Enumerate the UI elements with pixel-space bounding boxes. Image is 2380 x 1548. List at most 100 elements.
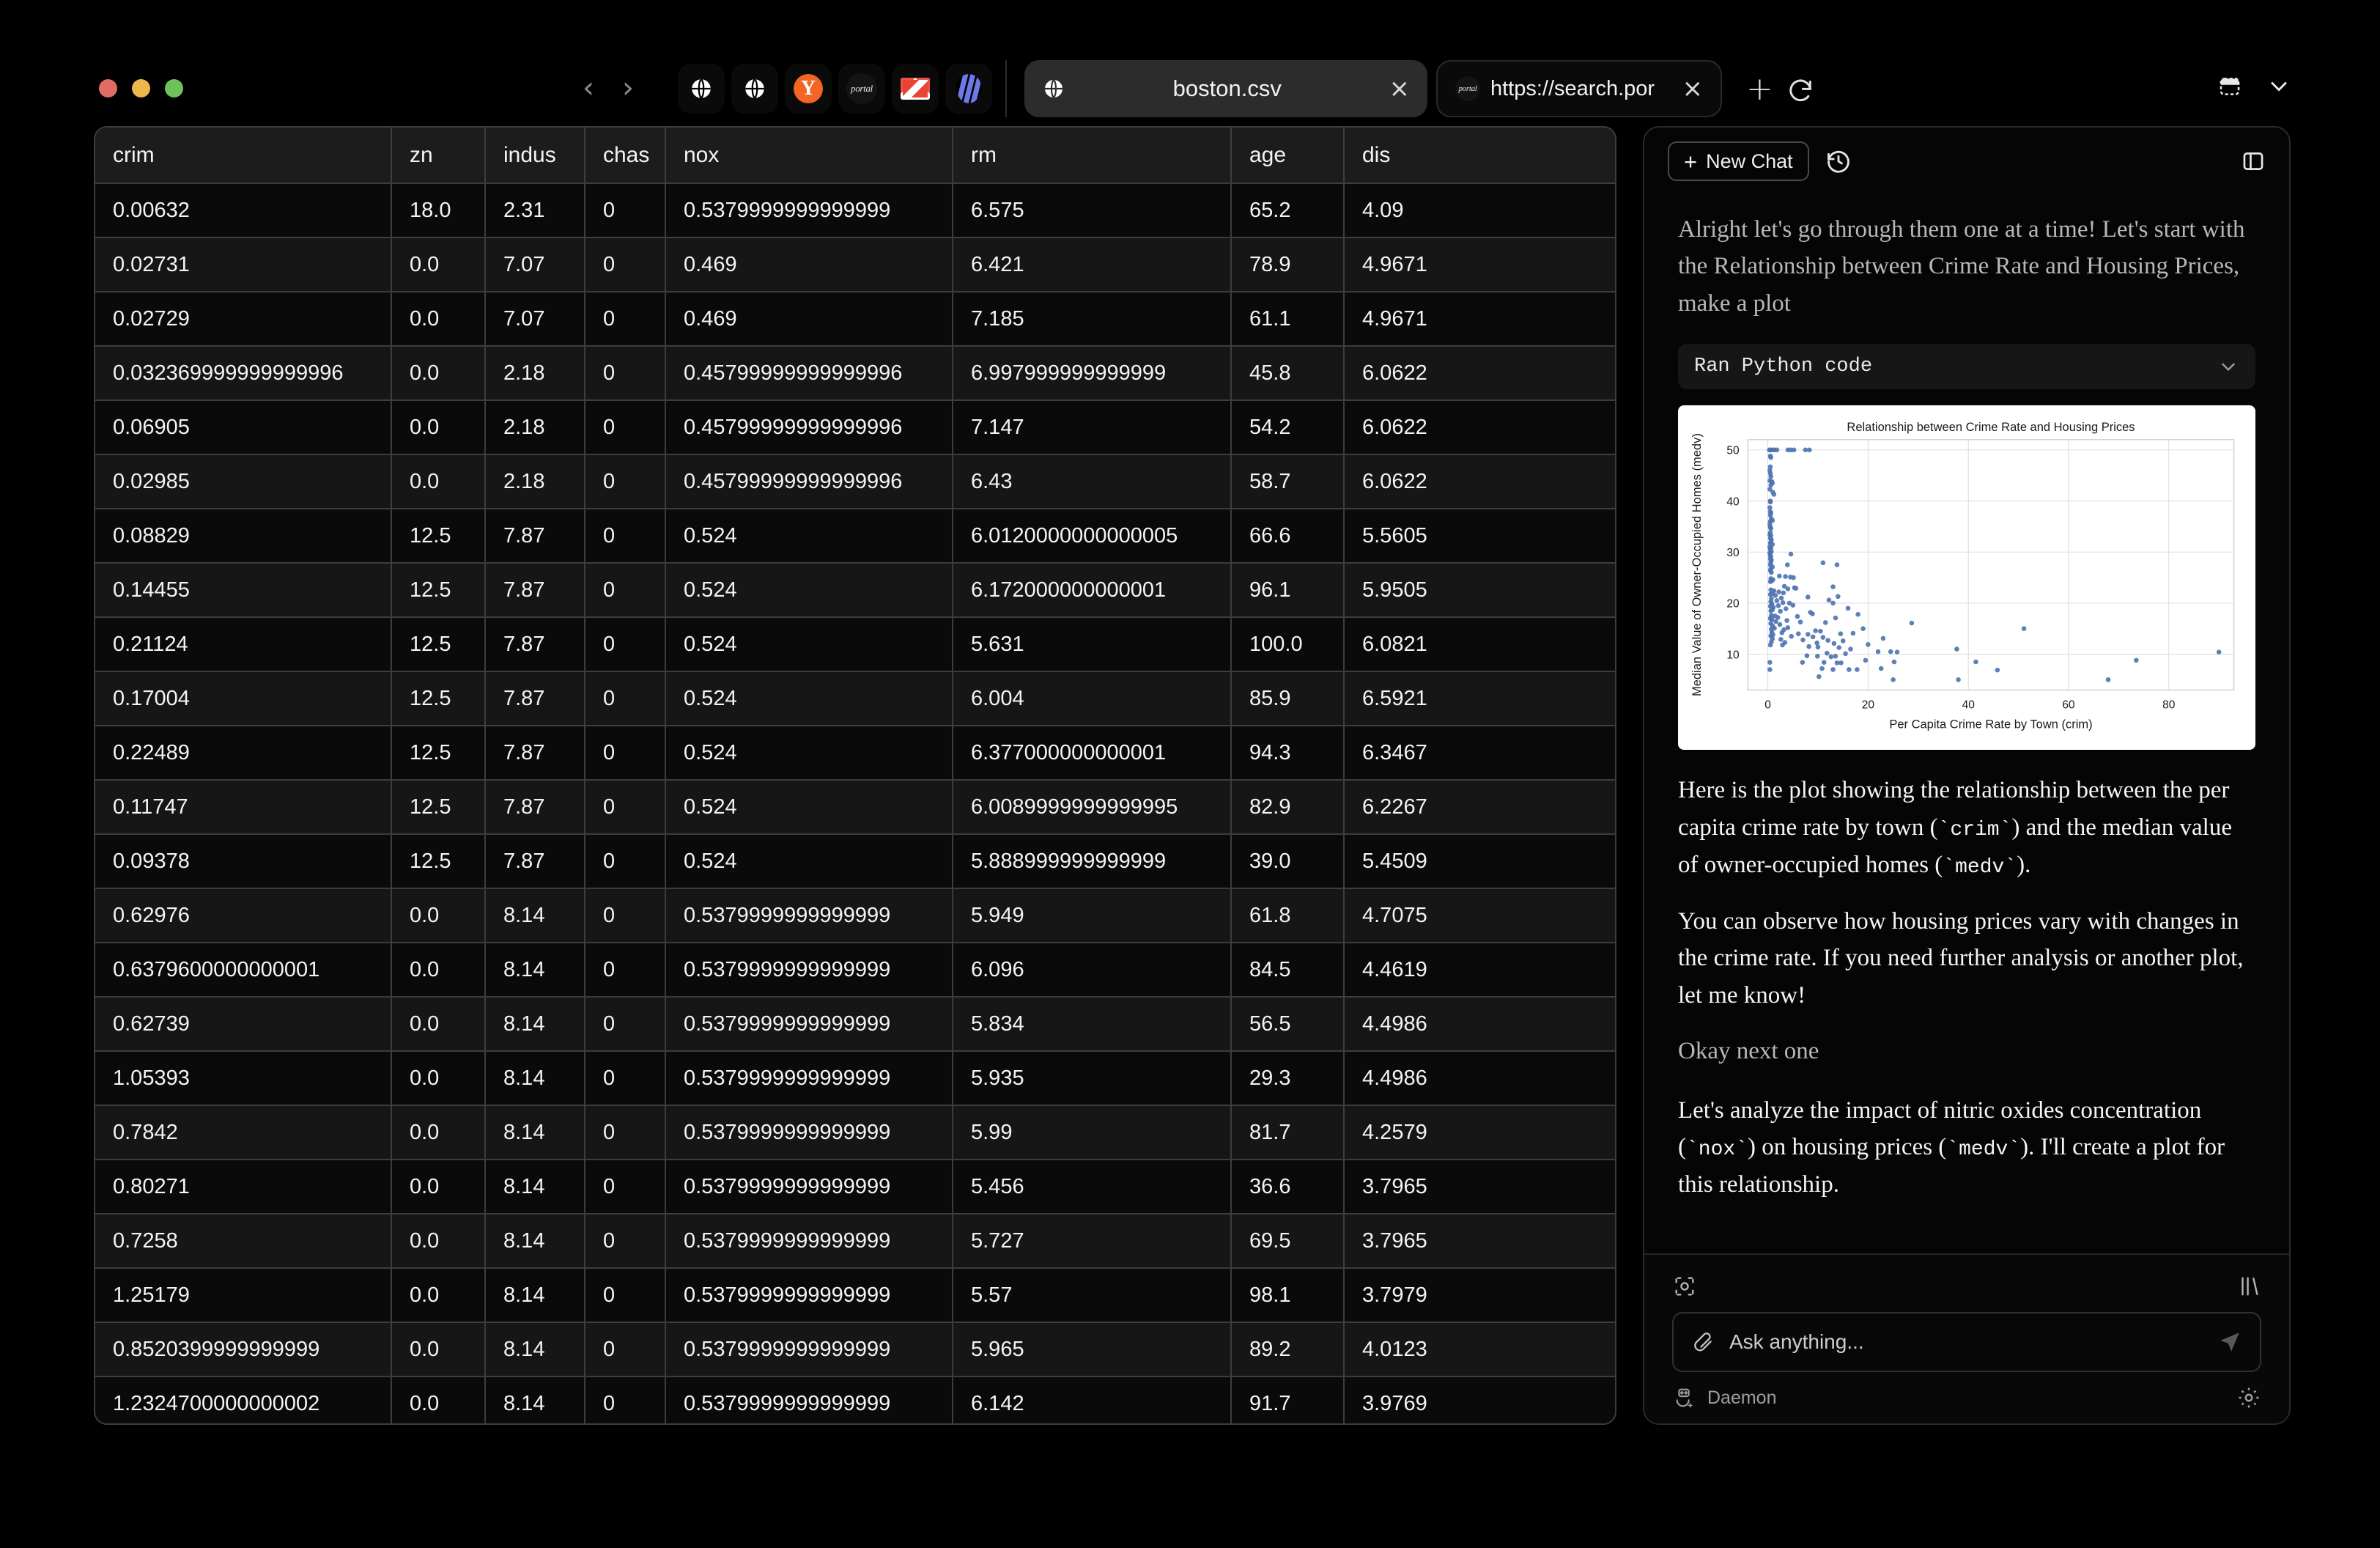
table-cell-indus[interactable]: 2.31 [485,183,585,238]
table-cell-crim[interactable]: 0.11747 [95,780,392,835]
table-cell-nox[interactable]: 0.524 [665,780,953,835]
table-cell-crim[interactable]: 0.7258 [95,1214,392,1269]
table-cell-indus[interactable]: 2.18 [485,346,585,401]
table-cell-chas[interactable]: 0 [585,454,666,509]
table-cell-crim[interactable]: 0.02729 [95,292,392,347]
table-cell-dis[interactable]: 4.2579 [1344,1105,1615,1160]
table-row[interactable]: 0.14455 12.5 7.87 0 0.524 6.172000000000001 96… [95,563,1615,618]
table-cell-nox[interactable]: 0.524 [665,726,953,781]
table-cell-nox[interactable]: 0.5379999999999999 [665,888,953,943]
table-cell-indus[interactable]: 7.87 [485,726,585,781]
table-cell-rm[interactable]: 5.935 [953,1051,1232,1106]
close-window-button[interactable] [99,79,117,97]
table-cell-rm[interactable]: 5.965 [953,1322,1232,1377]
table-cell-crim[interactable]: 0.8520399999999999 [95,1322,392,1377]
table-cell-zn[interactable]: 0.0 [391,997,486,1052]
table-cell-nox[interactable]: 0.5379999999999999 [665,943,953,998]
table-row[interactable]: 1.05393 0.0 8.14 0 0.5379999999999999 5.935 29… [95,1051,1615,1106]
table-cell-chas[interactable]: 0 [585,400,666,455]
table-cell-chas[interactable]: 0 [585,237,666,292]
table-cell-dis[interactable]: 4.09 [1344,183,1615,238]
table-cell-dis[interactable]: 5.4509 [1344,834,1615,889]
tab-boston-csv[interactable]: boston.csv × [1024,60,1427,117]
table-cell-crim[interactable]: 0.06905 [95,400,392,455]
table-cell-dis[interactable]: 4.7075 [1344,888,1615,943]
table-cell-dis[interactable]: 6.0622 [1344,400,1615,455]
table-cell-dis[interactable]: 4.9671 [1344,292,1615,347]
table-cell-chas[interactable]: 0 [585,834,666,889]
table-cell-chas[interactable]: 0 [585,888,666,943]
table-cell-age[interactable]: 91.7 [1231,1376,1345,1423]
pinned-tab-portal-1[interactable]: portal [838,64,885,114]
close-icon[interactable]: × [1389,76,1411,101]
table-cell-dis[interactable]: 3.7965 [1344,1160,1615,1215]
message-input-box[interactable]: Ask anything... [1672,1312,2261,1372]
chat-message-list[interactable]: Alright let's go through them one at a t… [1644,195,2289,1330]
table-cell-age[interactable]: 36.6 [1231,1160,1345,1215]
table-cell-zn[interactable]: 12.5 [391,726,486,781]
table-row[interactable]: 0.02729 0.0 7.07 0 0.469 7.185 61.1 4.9671 [95,292,1615,347]
panel-toggle-icon[interactable] [2241,149,2266,174]
minimize-window-button[interactable] [132,79,150,97]
table-cell-dis[interactable]: 5.5605 [1344,509,1615,564]
table-cell-crim[interactable]: 1.25179 [95,1268,392,1323]
table-row[interactable]: 0.02731 0.0 7.07 0 0.469 6.421 78.9 4.9671 [95,237,1615,292]
table-cell-rm[interactable]: 6.0120000000000005 [953,509,1232,564]
table-cell-dis[interactable]: 3.9769 [1344,1376,1615,1423]
table-cell-indus[interactable]: 8.14 [485,888,585,943]
table-cell-nox[interactable]: 0.5379999999999999 [665,1051,953,1106]
table-cell-dis[interactable]: 6.0821 [1344,617,1615,672]
close-icon[interactable]: × [1682,76,1704,101]
table-cell-indus[interactable]: 7.07 [485,237,585,292]
table-cell-chas[interactable]: 0 [585,1051,666,1106]
table-cell-indus[interactable]: 7.07 [485,292,585,347]
table-cell-chas[interactable]: 0 [585,1214,666,1269]
reload-icon[interactable] [1786,75,1815,105]
table-cell-chas[interactable]: 0 [585,671,666,726]
table-row[interactable]: 0.02985 0.0 2.18 0 0.45799999999999996 6.43 58… [95,454,1615,509]
pinned-tab-stripes[interactable] [945,64,992,114]
table-cell-nox[interactable]: 0.5379999999999999 [665,1214,953,1269]
table-cell-crim[interactable]: 0.14455 [95,563,392,618]
table-cell-chas[interactable]: 0 [585,997,666,1052]
table-cell-chas[interactable]: 0 [585,617,666,672]
table-cell-dis[interactable]: 4.0123 [1344,1322,1615,1377]
table-cell-zn[interactable]: 0.0 [391,1376,486,1423]
table-cell-chas[interactable]: 0 [585,780,666,835]
table-cell-zn[interactable]: 0.0 [391,1051,486,1106]
table-cell-chas[interactable]: 0 [585,1322,666,1377]
table-cell-nox[interactable]: 0.45799999999999996 [665,454,953,509]
table-cell-rm[interactable]: 5.949 [953,888,1232,943]
table-cell-age[interactable]: 89.2 [1231,1322,1345,1377]
table-cell-zn[interactable]: 0.0 [391,1160,486,1215]
pinned-tab-globe-1[interactable] [678,64,725,114]
table-cell-rm[interactable]: 6.142 [953,1376,1232,1423]
table-row[interactable]: 0.09378 12.5 7.87 0 0.524 5.888999999999999 39… [95,834,1615,889]
pinned-tab-globe-2[interactable] [731,64,778,114]
table-row[interactable]: 0.17004 12.5 7.87 0 0.524 6.004 85.9 6.5921 [95,671,1615,726]
table-cell-dis[interactable]: 6.2267 [1344,780,1615,835]
history-icon[interactable] [1825,148,1852,174]
table-cell-rm[interactable]: 5.834 [953,997,1232,1052]
table-cell-zn[interactable]: 0.0 [391,237,486,292]
table-cell-indus[interactable]: 8.14 [485,1105,585,1160]
table-cell-age[interactable]: 69.5 [1231,1214,1345,1269]
table-cell-zn[interactable]: 0.0 [391,454,486,509]
table-cell-age[interactable]: 94.3 [1231,726,1345,781]
table-cell-chas[interactable]: 0 [585,1160,666,1215]
table-cell-rm[interactable]: 6.997999999999999 [953,346,1232,401]
table-cell-age[interactable]: 85.9 [1231,671,1345,726]
gear-icon[interactable] [2236,1385,2261,1410]
pinned-tab-ycombinator[interactable]: Y [785,64,832,114]
table-cell-zn[interactable]: 12.5 [391,563,486,618]
table-cell-zn[interactable]: 0.0 [391,943,486,998]
table-cell-nox[interactable]: 0.524 [665,509,953,564]
table-cell-nox[interactable]: 0.5379999999999999 [665,1376,953,1423]
table-cell-age[interactable]: 65.2 [1231,183,1345,238]
table-cell-indus[interactable]: 7.87 [485,617,585,672]
table-cell-rm[interactable]: 6.172000000000001 [953,563,1232,618]
table-cell-nox[interactable]: 0.5379999999999999 [665,1322,953,1377]
table-cell-chas[interactable]: 0 [585,1268,666,1323]
table-cell-age[interactable]: 58.7 [1231,454,1345,509]
table-row[interactable]: 0.7258 0.0 8.14 0 0.5379999999999999 5.727 69.… [95,1214,1615,1269]
